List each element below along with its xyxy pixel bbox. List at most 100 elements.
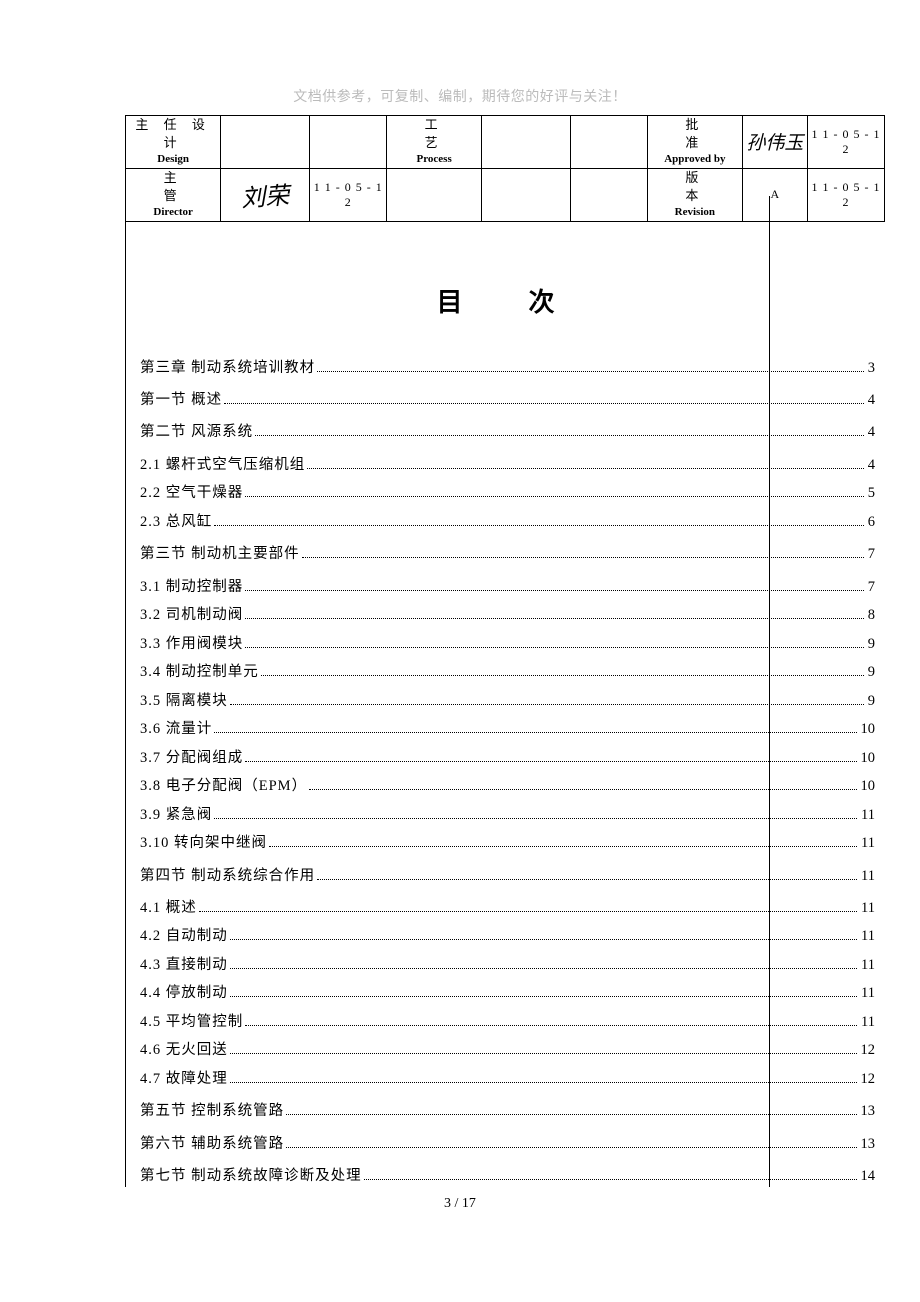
- toc-leader-dots: [255, 425, 864, 437]
- toc-label: 3.1 制动控制器: [140, 576, 243, 598]
- toc-leader-dots: [302, 547, 864, 559]
- toc-label: 3.8 电子分配阀（EPM）: [140, 775, 307, 797]
- toc-label: 第一节 概述: [140, 389, 222, 411]
- design-sig-cell: [221, 116, 310, 168]
- toc-label: 4.7 故障处理: [140, 1068, 228, 1090]
- toc-leader-dots: [364, 1169, 857, 1181]
- approvedby-label: 批 准 Approved by: [648, 116, 742, 168]
- toc-row: 3.1 制动控制器 7: [140, 576, 875, 598]
- toc-row: 2.3 总风缸 6: [140, 511, 875, 533]
- toc-row: 4.7 故障处理 12: [140, 1068, 875, 1090]
- toc-page: 11: [859, 865, 875, 887]
- toc-page: 14: [859, 1165, 876, 1187]
- toc-leader-dots: [230, 957, 857, 969]
- toc-row: 3.8 电子分配阀（EPM） 10: [140, 775, 875, 797]
- toc-row: 3.4 制动控制单元9: [140, 661, 875, 683]
- toc-label: 3.6 流量计: [140, 718, 212, 740]
- toc-page: 11: [859, 954, 875, 976]
- toc-page: 11: [859, 1011, 875, 1033]
- toc-row: 3.3 作用阀模块 9: [140, 633, 875, 655]
- signature-icon: 刘荣: [240, 176, 290, 214]
- toc-leader-dots: [317, 360, 864, 372]
- toc-leader-dots: [245, 1014, 857, 1026]
- toc-page: 9: [866, 633, 875, 655]
- toc-page: 13: [859, 1100, 876, 1122]
- toc-leader-dots: [230, 986, 857, 998]
- toc-label: 4.5 平均管控制: [140, 1011, 243, 1033]
- toc-page: 11: [859, 804, 875, 826]
- toc-page: 3: [866, 357, 875, 379]
- toc-label: 4.1 概述: [140, 897, 197, 919]
- toc-label: 第五节 控制系统管路: [140, 1100, 284, 1122]
- top-note: 文档供参考，可复制、编制，期待您的好评与关注！: [0, 86, 920, 106]
- design-date-cell: [310, 116, 387, 168]
- toc-label: 第六节 辅助系统管路: [140, 1133, 284, 1155]
- blank-cell: [482, 168, 571, 221]
- toc-row: 2.2 空气干燥器 5: [140, 482, 875, 504]
- toc-page: 13: [859, 1133, 876, 1155]
- toc-label: 2.1 螺杆式空气压缩机组: [140, 454, 305, 476]
- toc-page: 7: [866, 543, 875, 565]
- toc-row: 3.5 隔离模块9: [140, 690, 875, 712]
- toc-leader-dots: [214, 807, 857, 819]
- toc-label: 3.4 制动控制单元: [140, 661, 259, 683]
- toc-page: 11: [859, 925, 875, 947]
- toc-label: 3.10 转向架中继阀: [140, 832, 267, 854]
- header-row-1: 主 任 设 计 Design 工 艺 Process 批 准 Approved …: [126, 116, 885, 168]
- blank-cell: [387, 168, 482, 221]
- toc-label: 第三章 制动系统培训教材: [140, 357, 315, 379]
- toc-row: 第二节 风源系统4: [140, 421, 875, 443]
- toc-row: 第三节 制动机主要部件7: [140, 543, 875, 565]
- toc-row: 第六节 辅助系统管路 13: [140, 1133, 875, 1155]
- toc-label: 3.2 司机制动阀: [140, 604, 243, 626]
- toc-page: 11: [859, 982, 875, 1004]
- toc-page: 4: [866, 421, 875, 443]
- toc-page: 12: [859, 1068, 876, 1090]
- process-date-cell: [570, 116, 647, 168]
- toc-row: 第三章 制动系统培训教材 3: [140, 357, 875, 379]
- toc-page: 11: [859, 897, 875, 919]
- toc-label: 3.9 紧急阀: [140, 804, 212, 826]
- signature-icon: 孙伟玉: [746, 128, 803, 155]
- toc-row: 第四节 制动系统综合作用 11: [140, 865, 875, 887]
- toc-row: 4.2 自动制动 11: [140, 925, 875, 947]
- toc-leader-dots: [230, 1071, 857, 1083]
- toc-page: 4: [866, 454, 875, 476]
- blank-cell: [570, 168, 647, 221]
- toc-page: 7: [866, 576, 875, 598]
- director-date-cell: 1 1 - 0 5 - 1 2: [310, 168, 387, 221]
- toc-label: 2.2 空气干燥器: [140, 482, 243, 504]
- toc-label: 3.3 作用阀模块: [140, 633, 243, 655]
- toc-leader-dots: [245, 750, 856, 762]
- toc-leader-dots: [307, 457, 864, 469]
- toc-leader-dots: [317, 868, 857, 880]
- toc-label: 3.5 隔离模块: [140, 690, 228, 712]
- toc-leader-dots: [230, 929, 857, 941]
- toc-label: 4.6 无火回送: [140, 1039, 228, 1061]
- toc-label: 4.2 自动制动: [140, 925, 228, 947]
- toc-row: 3.10 转向架中继阀 11: [140, 832, 875, 854]
- toc-leader-dots: [214, 722, 856, 734]
- toc-leader-dots: [309, 779, 856, 791]
- toc-row: 4.4 停放制动11: [140, 982, 875, 1004]
- toc-leader-dots: [245, 636, 864, 648]
- toc-leader-dots: [199, 900, 857, 912]
- toc-page: 6: [866, 511, 875, 533]
- toc-row: 3.7 分配阀组成 10: [140, 747, 875, 769]
- toc-leader-dots: [286, 1104, 856, 1116]
- toc-leader-dots: [245, 579, 864, 591]
- header-row-2: 主 管 Director 刘荣 1 1 - 0 5 - 1 2 版 本 Revi…: [126, 168, 885, 221]
- toc-label: 2.3 总风缸: [140, 511, 212, 533]
- director-label: 主 管 Director: [126, 169, 220, 221]
- revision-date-cell: 1 1 - 0 5 - 1 2: [807, 168, 884, 221]
- toc-page: 5: [866, 482, 875, 504]
- toc-leader-dots: [230, 1043, 857, 1055]
- toc-label: 第四节 制动系统综合作用: [140, 865, 315, 887]
- toc-page: 10: [859, 747, 876, 769]
- toc-row: 3.6 流量计 10: [140, 718, 875, 740]
- toc-page: 10: [859, 775, 876, 797]
- toc-page: 10: [859, 718, 876, 740]
- toc-page: 11: [859, 832, 875, 854]
- toc-leader-dots: [224, 392, 864, 404]
- toc-label: 3.7 分配阀组成: [140, 747, 243, 769]
